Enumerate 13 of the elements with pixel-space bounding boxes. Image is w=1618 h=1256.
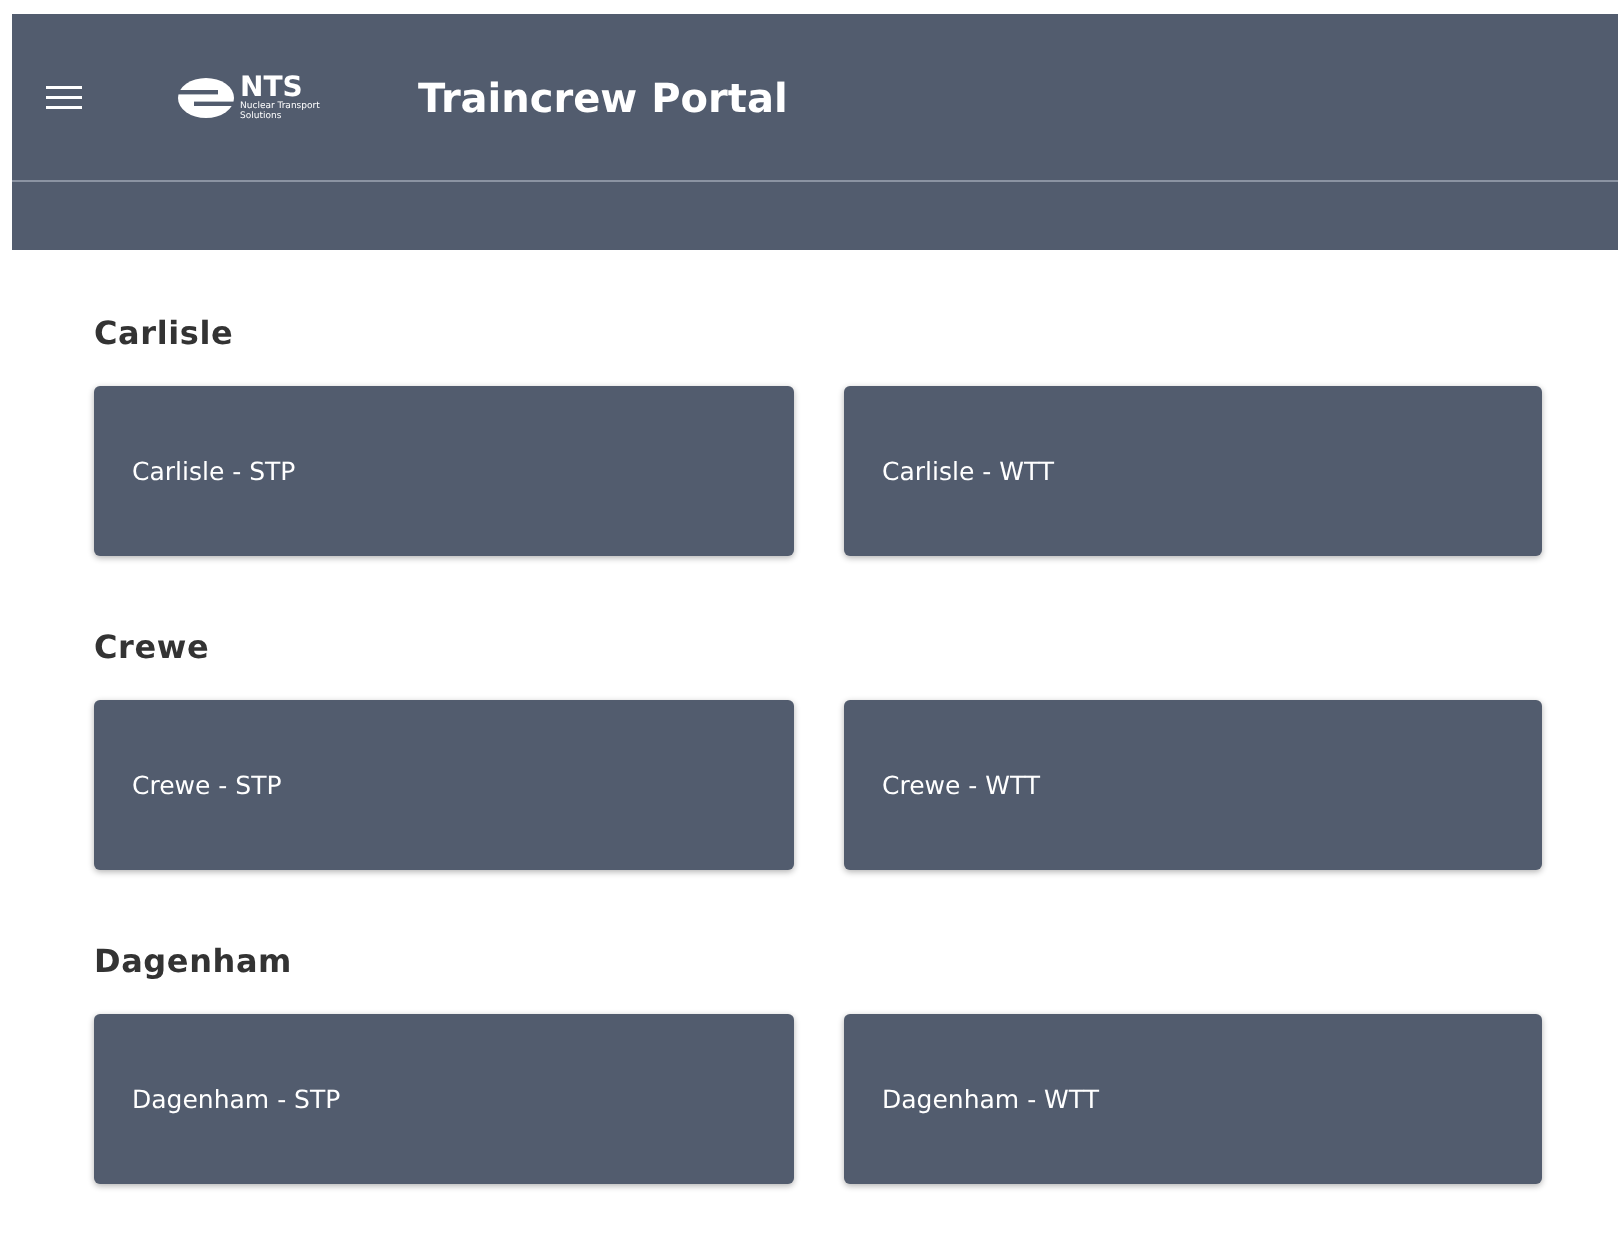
timetable-card[interactable]: Carlisle - WTT: [844, 386, 1542, 556]
menu-icon[interactable]: [46, 85, 82, 109]
timetable-card[interactable]: Crewe - STP: [94, 700, 794, 870]
logo-name: NTS: [240, 73, 303, 101]
portal-title: Traincrew Portal: [418, 73, 788, 121]
timetable-card[interactable]: Dagenham - WTT: [844, 1014, 1542, 1184]
section-heading: Carlisle: [94, 314, 236, 352]
section-heading: Dagenham: [94, 942, 295, 980]
timetable-card[interactable]: Dagenham - STP: [94, 1014, 794, 1184]
logo-icon: [178, 77, 234, 117]
section-heading: Crewe: [94, 628, 212, 666]
timetable-card[interactable]: Crewe - WTT: [844, 700, 1542, 870]
timetable-card[interactable]: Carlisle - STP: [94, 386, 794, 556]
